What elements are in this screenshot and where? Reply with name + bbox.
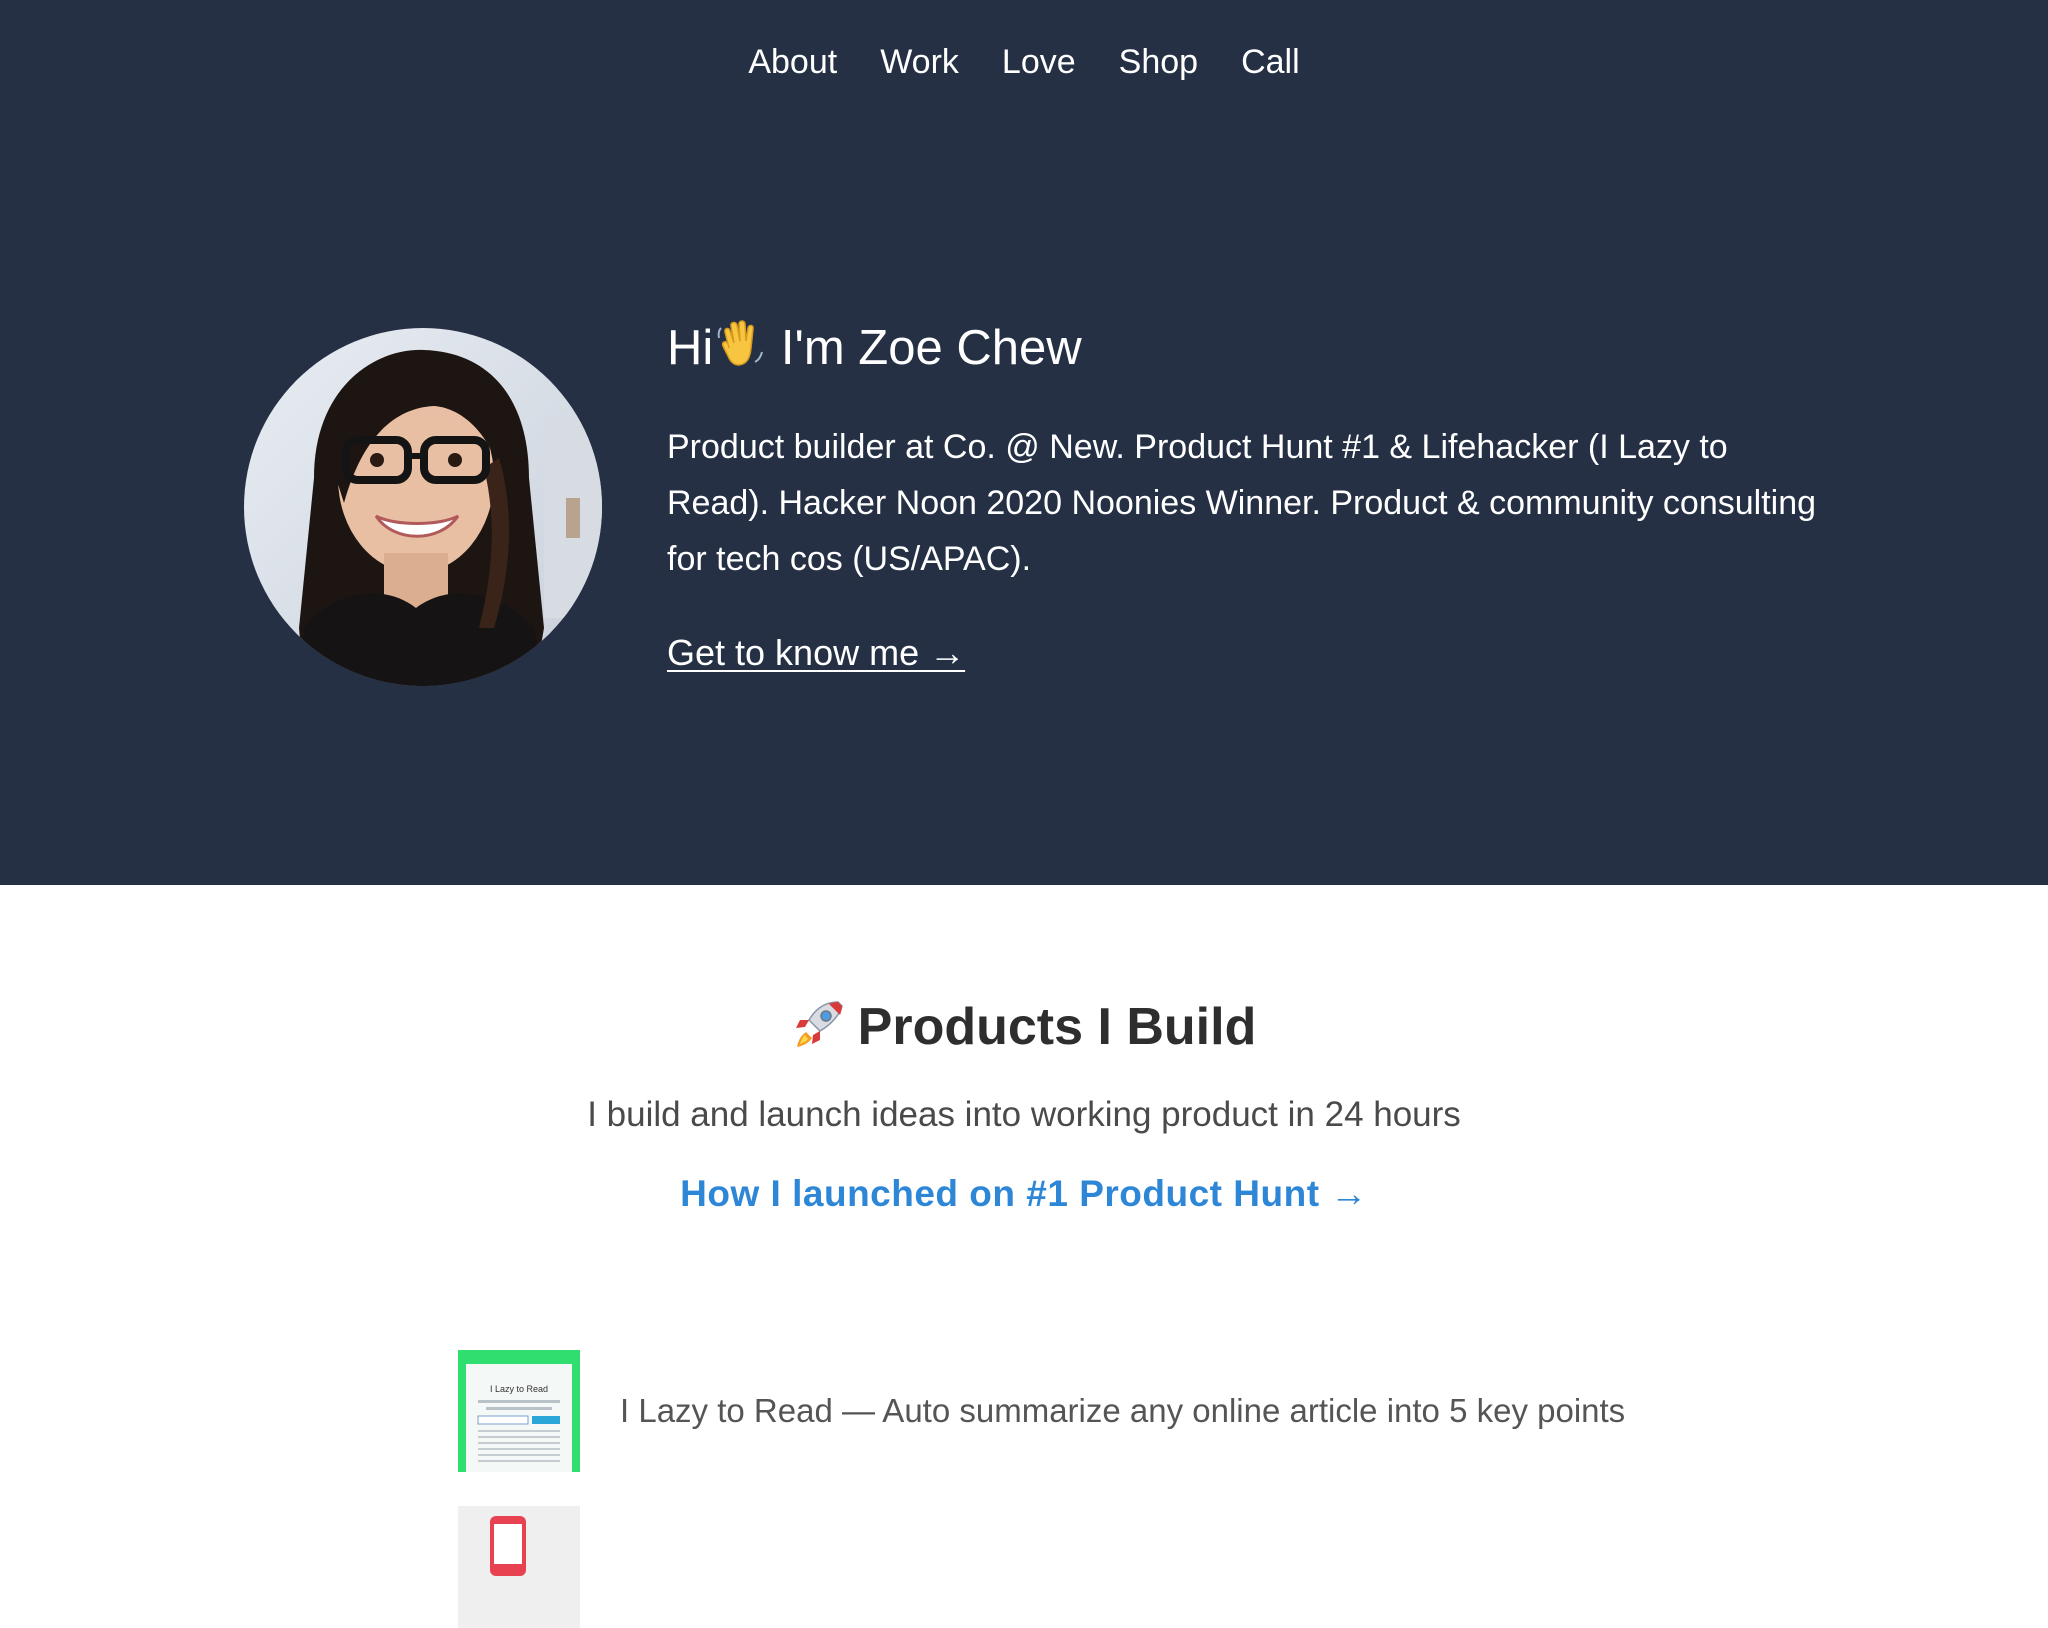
nav-link-shop[interactable]: Shop bbox=[1119, 40, 1198, 84]
product-thumbnail[interactable]: I Lazy to Read bbox=[458, 1350, 580, 1472]
products-subtitle: I build and launch ideas into working pr… bbox=[587, 1095, 1461, 1134]
get-to-know-me-link[interactable]: Get to know me → bbox=[667, 631, 965, 675]
nav-link-love[interactable]: Love bbox=[1002, 40, 1076, 84]
product-item[interactable]: I Lazy to Read I Lazy to Read — Auto sum… bbox=[458, 1350, 1625, 1472]
hero-section: About Work Love Shop Call Hi I'm Zoe Che… bbox=[0, 0, 2048, 885]
greeting-text: Hi bbox=[667, 321, 714, 375]
product-thumbnail[interactable] bbox=[458, 1506, 580, 1628]
top-nav: About Work Love Shop Call bbox=[0, 40, 2048, 84]
waving-hand-icon bbox=[715, 318, 767, 370]
product-description: I Lazy to Read — Auto summarize any onli… bbox=[620, 1392, 1626, 1429]
hero-heading: Hi I'm Zoe Chew bbox=[667, 315, 1827, 381]
product-item[interactable] bbox=[458, 1506, 620, 1628]
profile-photo bbox=[244, 328, 602, 686]
hero-intro: Hi I'm Zoe Chew Product builder at Co. @… bbox=[667, 315, 1827, 675]
rocket-icon bbox=[792, 998, 846, 1052]
thumb-title: I Lazy to Read bbox=[490, 1384, 548, 1394]
name-text: I'm Zoe Chew bbox=[780, 321, 1082, 375]
products-heading: Products I Build bbox=[0, 995, 2048, 1059]
nav-link-call[interactable]: Call bbox=[1241, 40, 1300, 84]
nav-link-work[interactable]: Work bbox=[880, 40, 959, 84]
product-hunt-launch-link[interactable]: How I launched on #1 Product Hunt → bbox=[0, 1170, 2048, 1218]
nav-link-about[interactable]: About bbox=[748, 40, 837, 84]
products-title: Products I Build bbox=[857, 998, 1257, 1056]
hero-bio: Product builder at Co. @ New. Product Hu… bbox=[667, 428, 1817, 578]
